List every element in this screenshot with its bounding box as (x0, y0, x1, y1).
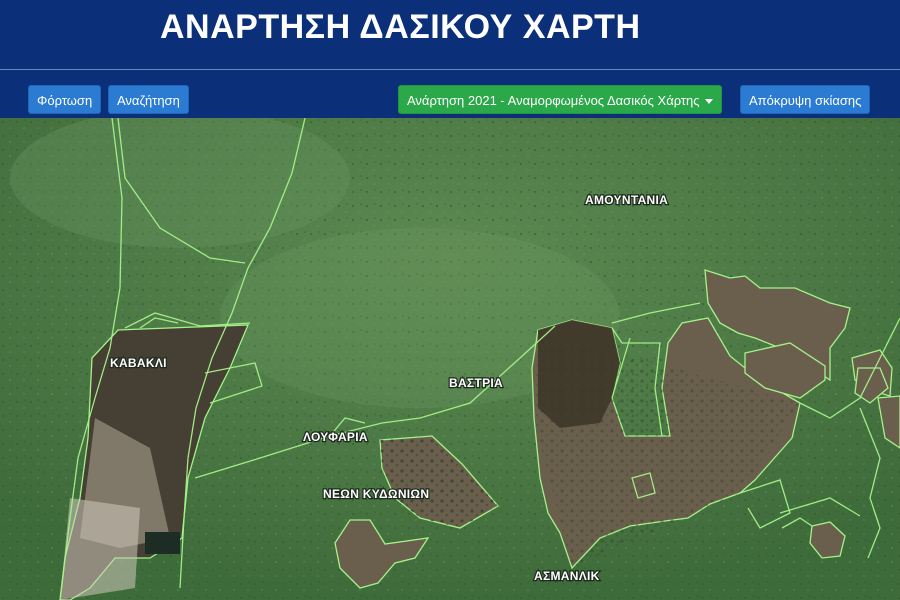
caret-down-icon (704, 99, 713, 105)
place-label-neon-kydonion: ΝΕΩΝ ΚΥΔΩΝΙΩΝ (323, 487, 429, 501)
page-title: ΑΝΑΡΤΗΣΗ ΔΑΣΙΚΟΥ ΧΑΡΤΗ (160, 8, 641, 46)
posting-dropdown-label: Ανάρτηση 2021 - Αναμορφωμένος Δασικός Χά… (407, 93, 700, 108)
app-header: ΑΝΑΡΤΗΣΗ ΔΑΣΙΚΟΥ ΧΑΡΤΗ (0, 0, 900, 70)
load-button[interactable]: Φόρτωση (28, 85, 102, 114)
hide-shading-button[interactable]: Απόκρυψη σκίασης (740, 85, 871, 114)
place-label-amountania: ΑΜΟΥΝΤΑΝΙΑ (585, 193, 668, 207)
built-area (60, 498, 140, 600)
place-label-kavakli: ΚΑΒΑΚΛΙ (110, 356, 167, 370)
place-label-vastria: ΒΑΣΤΡΙΑ (449, 376, 503, 390)
place-label-loufaria: ΛΟΥΦΑΡΙΑ (303, 430, 368, 444)
place-label-asmanlik: ΑΣΜΑΝΛΙΚ (534, 569, 600, 583)
map-view[interactable]: ΑΜΟΥΝΤΑΝΙΑ ΚΑΒΑΚΛΙ ΒΑΣΤΡΙΑ ΛΟΥΦΑΡΙΑ ΝΕΩΝ… (0, 118, 900, 600)
reservoir (145, 532, 180, 554)
posting-dropdown[interactable]: Ανάρτηση 2021 - Αναμορφωμένος Δασικός Χά… (398, 85, 722, 114)
toolbar: Φόρτωση Αναζήτηση Ανάρτηση 2021 - Αναμορ… (0, 70, 900, 118)
search-button[interactable]: Αναζήτηση (108, 85, 189, 114)
map-svg: ΑΜΟΥΝΤΑΝΙΑ ΚΑΒΑΚΛΙ ΒΑΣΤΡΙΑ ΛΟΥΦΑΡΙΑ ΝΕΩΝ… (0, 118, 900, 600)
